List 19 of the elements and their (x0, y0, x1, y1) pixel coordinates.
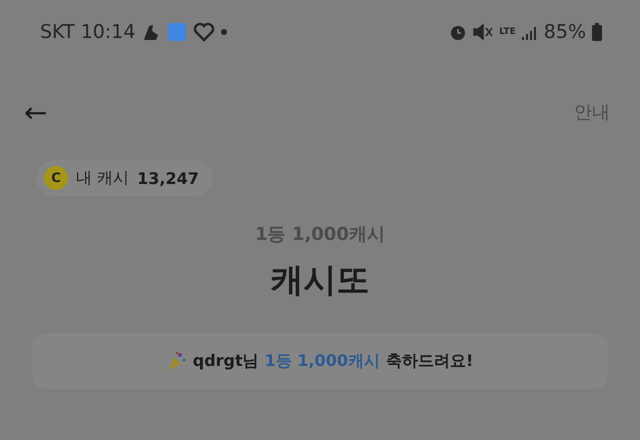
battery-percent: 85% (544, 21, 586, 43)
signal-icon (522, 24, 538, 40)
congrats-text: qdrgt님 (192, 350, 259, 372)
battery-icon (592, 23, 602, 41)
page-title: 캐시또 (270, 259, 370, 301)
party-popper-icon (166, 351, 187, 371)
back-button[interactable]: ← (24, 96, 48, 128)
cash-amount: 13,247 (137, 168, 199, 188)
app-icon (167, 22, 188, 42)
alarm-icon (449, 23, 468, 41)
congrats-text: 축하드려요! (386, 350, 474, 372)
cash-label: 내 캐시 (76, 168, 130, 188)
dot-icon (221, 29, 228, 35)
congrats-text: 1등 1,000캐시 (264, 350, 380, 372)
status-time: SKT 10:14 (40, 21, 136, 43)
mute-icon (473, 23, 494, 41)
heart-icon (193, 22, 216, 42)
network-label: LTE (499, 28, 516, 36)
coin-icon: C (44, 166, 68, 190)
